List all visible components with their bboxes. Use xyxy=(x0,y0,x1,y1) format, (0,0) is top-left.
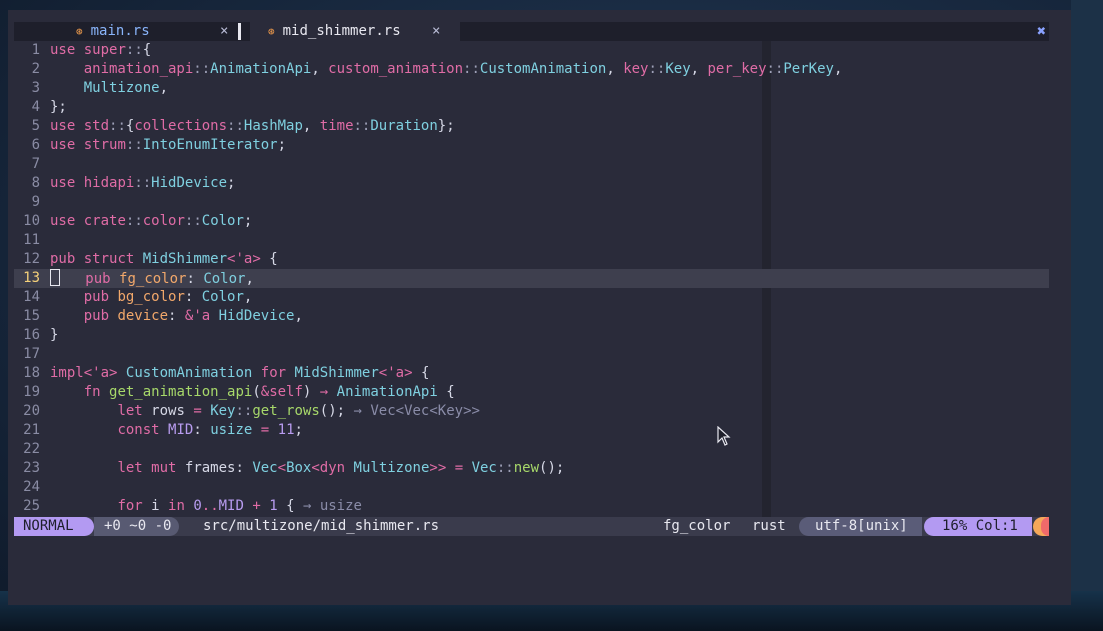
line-number: 5 xyxy=(31,118,40,134)
code-text: pub fg_color: Color, xyxy=(50,269,254,289)
tab-label: mid_shimmer.rs xyxy=(282,23,401,39)
mode-indicator: NORMAL xyxy=(14,517,94,536)
code-line[interactable]: 16} xyxy=(14,326,1049,345)
code-line[interactable]: 19 fn get_animation_api(&self) → Animati… xyxy=(14,383,1049,402)
code-text: pub bg_color: Color, xyxy=(83,289,253,305)
code-text: impl<'a> CustomAnimation for MidShimmer<… xyxy=(50,365,430,381)
tab-main-rs[interactable]: ⊛ main.rs × xyxy=(76,22,238,41)
code-line[interactable]: 1 use super::{ xyxy=(14,41,1049,60)
line-number: 4 xyxy=(31,99,40,115)
line-number: 11 xyxy=(23,232,40,248)
tabline-fill xyxy=(470,22,1036,41)
close-icon[interactable]: × xyxy=(432,22,440,41)
line-number: 17 xyxy=(23,346,40,362)
line-number: 9 xyxy=(31,194,40,210)
background-tree xyxy=(1071,0,1103,631)
code-text: for i in 0..MID + 1 { → usize xyxy=(117,498,362,514)
statusline-endcap xyxy=(1041,517,1049,536)
tab-separator xyxy=(238,23,241,40)
code-text: const MID: usize = 11; xyxy=(117,422,303,438)
code-editor[interactable]: 1 use super::{2 animation_api::AnimationA… xyxy=(14,41,1049,517)
code-text: animation_api::AnimationApi, custom_anim… xyxy=(83,61,843,77)
line-number: 10 xyxy=(23,213,40,229)
code-line[interactable]: 15 pub device: &'a HidDevice, xyxy=(14,307,1049,326)
code-line[interactable]: 18 impl<'a> CustomAnimation for MidShimme… xyxy=(14,364,1049,383)
code-line[interactable]: 4}; xyxy=(14,98,1049,117)
mouse-pointer-icon xyxy=(717,426,731,446)
line-number: 13 xyxy=(23,270,40,286)
code-line[interactable]: 3 Multizone, xyxy=(14,79,1049,98)
code-text: use hidapi::HidDevice; xyxy=(50,175,236,191)
code-text: pub struct MidShimmer<'a> { xyxy=(50,251,278,267)
code-line[interactable]: 20 let rows = Key::get_rows(); → Vec<Vec… xyxy=(14,402,1049,421)
code-text: let mut frames: Vec<Box<dyn Multizone>> … xyxy=(117,460,565,476)
code-text: use strum::IntoEnumIterator; xyxy=(50,137,287,153)
tabline: ⊛ main.rs × ⊛ mid_shimmer.rs × ✖ xyxy=(14,22,1049,41)
line-number: 24 xyxy=(23,479,40,495)
code-line[interactable]: 13 pub fg_color: Color, xyxy=(14,269,1049,288)
code-text: use super::{ xyxy=(50,42,152,58)
code-text: Multizone, xyxy=(83,80,169,96)
code-line[interactable]: 10 use crate::color::Color; xyxy=(14,212,1049,231)
code-text: use std::{collections::HashMap, time::Du… xyxy=(50,118,455,134)
code-line[interactable]: 5 use std::{collections::HashMap, time::D… xyxy=(14,117,1049,136)
rust-file-icon: ⊛ xyxy=(268,25,275,38)
line-number: 7 xyxy=(31,156,40,172)
line-number: 14 xyxy=(23,289,40,305)
line-number: 15 xyxy=(23,308,40,324)
cursor-position: 16% Col:1 xyxy=(924,517,1032,536)
code-line[interactable]: 8 use hidapi::HidDevice; xyxy=(14,174,1049,193)
tab-label: main.rs xyxy=(90,23,150,39)
code-line[interactable]: 24 xyxy=(14,478,1049,497)
current-scope: fg_color xyxy=(663,518,731,534)
code-text: }; xyxy=(50,99,67,115)
code-line[interactable]: 21 const MID: usize = 11; xyxy=(14,421,1049,440)
statusline: +0 ~0 -0 NORMAL src/multizone/mid_shimme… xyxy=(14,517,1049,536)
file-path: src/multizone/mid_shimmer.rs xyxy=(203,518,440,534)
line-number: 21 xyxy=(23,422,40,438)
line-number: 20 xyxy=(23,403,40,419)
code-line[interactable]: 9 xyxy=(14,193,1049,212)
line-number: 19 xyxy=(23,384,40,400)
filetype: rust xyxy=(752,518,786,534)
code-text: use crate::color::Color; xyxy=(50,213,253,229)
code-line[interactable]: 14 pub bg_color: Color, xyxy=(14,288,1049,307)
code-line[interactable]: 23 let mut frames: Vec<Box<dyn Multizone… xyxy=(14,459,1049,478)
line-number: 18 xyxy=(23,365,40,381)
line-number: 2 xyxy=(31,61,40,77)
code-line[interactable]: 7 xyxy=(14,155,1049,174)
code-line[interactable]: 25 for i in 0..MID + 1 { → usize xyxy=(14,497,1049,516)
line-number: 12 xyxy=(23,251,40,267)
code-text: } xyxy=(50,327,59,343)
code-text: fn get_animation_api(&self) → AnimationA… xyxy=(83,384,455,400)
code-text: pub device: &'a HidDevice, xyxy=(83,308,303,324)
git-diff-stat: +0 ~0 -0 xyxy=(94,517,180,536)
code-line[interactable]: 11 xyxy=(14,231,1049,250)
code-line[interactable]: 17 xyxy=(14,345,1049,364)
line-number: 16 xyxy=(23,327,40,343)
line-number: 3 xyxy=(31,80,40,96)
close-all-icon[interactable]: ✖ xyxy=(1037,22,1049,41)
code-line[interactable]: 6 use strum::IntoEnumIterator; xyxy=(14,136,1049,155)
code-text: let rows = Key::get_rows(); → Vec<Vec<Ke… xyxy=(117,403,480,419)
tab-mid-shimmer-rs[interactable]: ⊛ mid_shimmer.rs × xyxy=(250,22,460,41)
line-number: 1 xyxy=(31,42,40,58)
code-line[interactable]: 22 xyxy=(14,440,1049,459)
code-line[interactable]: 2 animation_api::AnimationApi, custom_an… xyxy=(14,60,1049,79)
close-icon[interactable]: × xyxy=(220,22,228,41)
line-number: 25 xyxy=(23,498,40,514)
rust-file-icon: ⊛ xyxy=(76,25,83,38)
line-number: 8 xyxy=(31,175,40,191)
line-number: 6 xyxy=(31,137,40,153)
line-number: 23 xyxy=(23,460,40,476)
code-line[interactable]: 12 pub struct MidShimmer<'a> { xyxy=(14,250,1049,269)
file-encoding: utf-8[unix] xyxy=(799,517,922,536)
line-number: 22 xyxy=(23,441,40,457)
